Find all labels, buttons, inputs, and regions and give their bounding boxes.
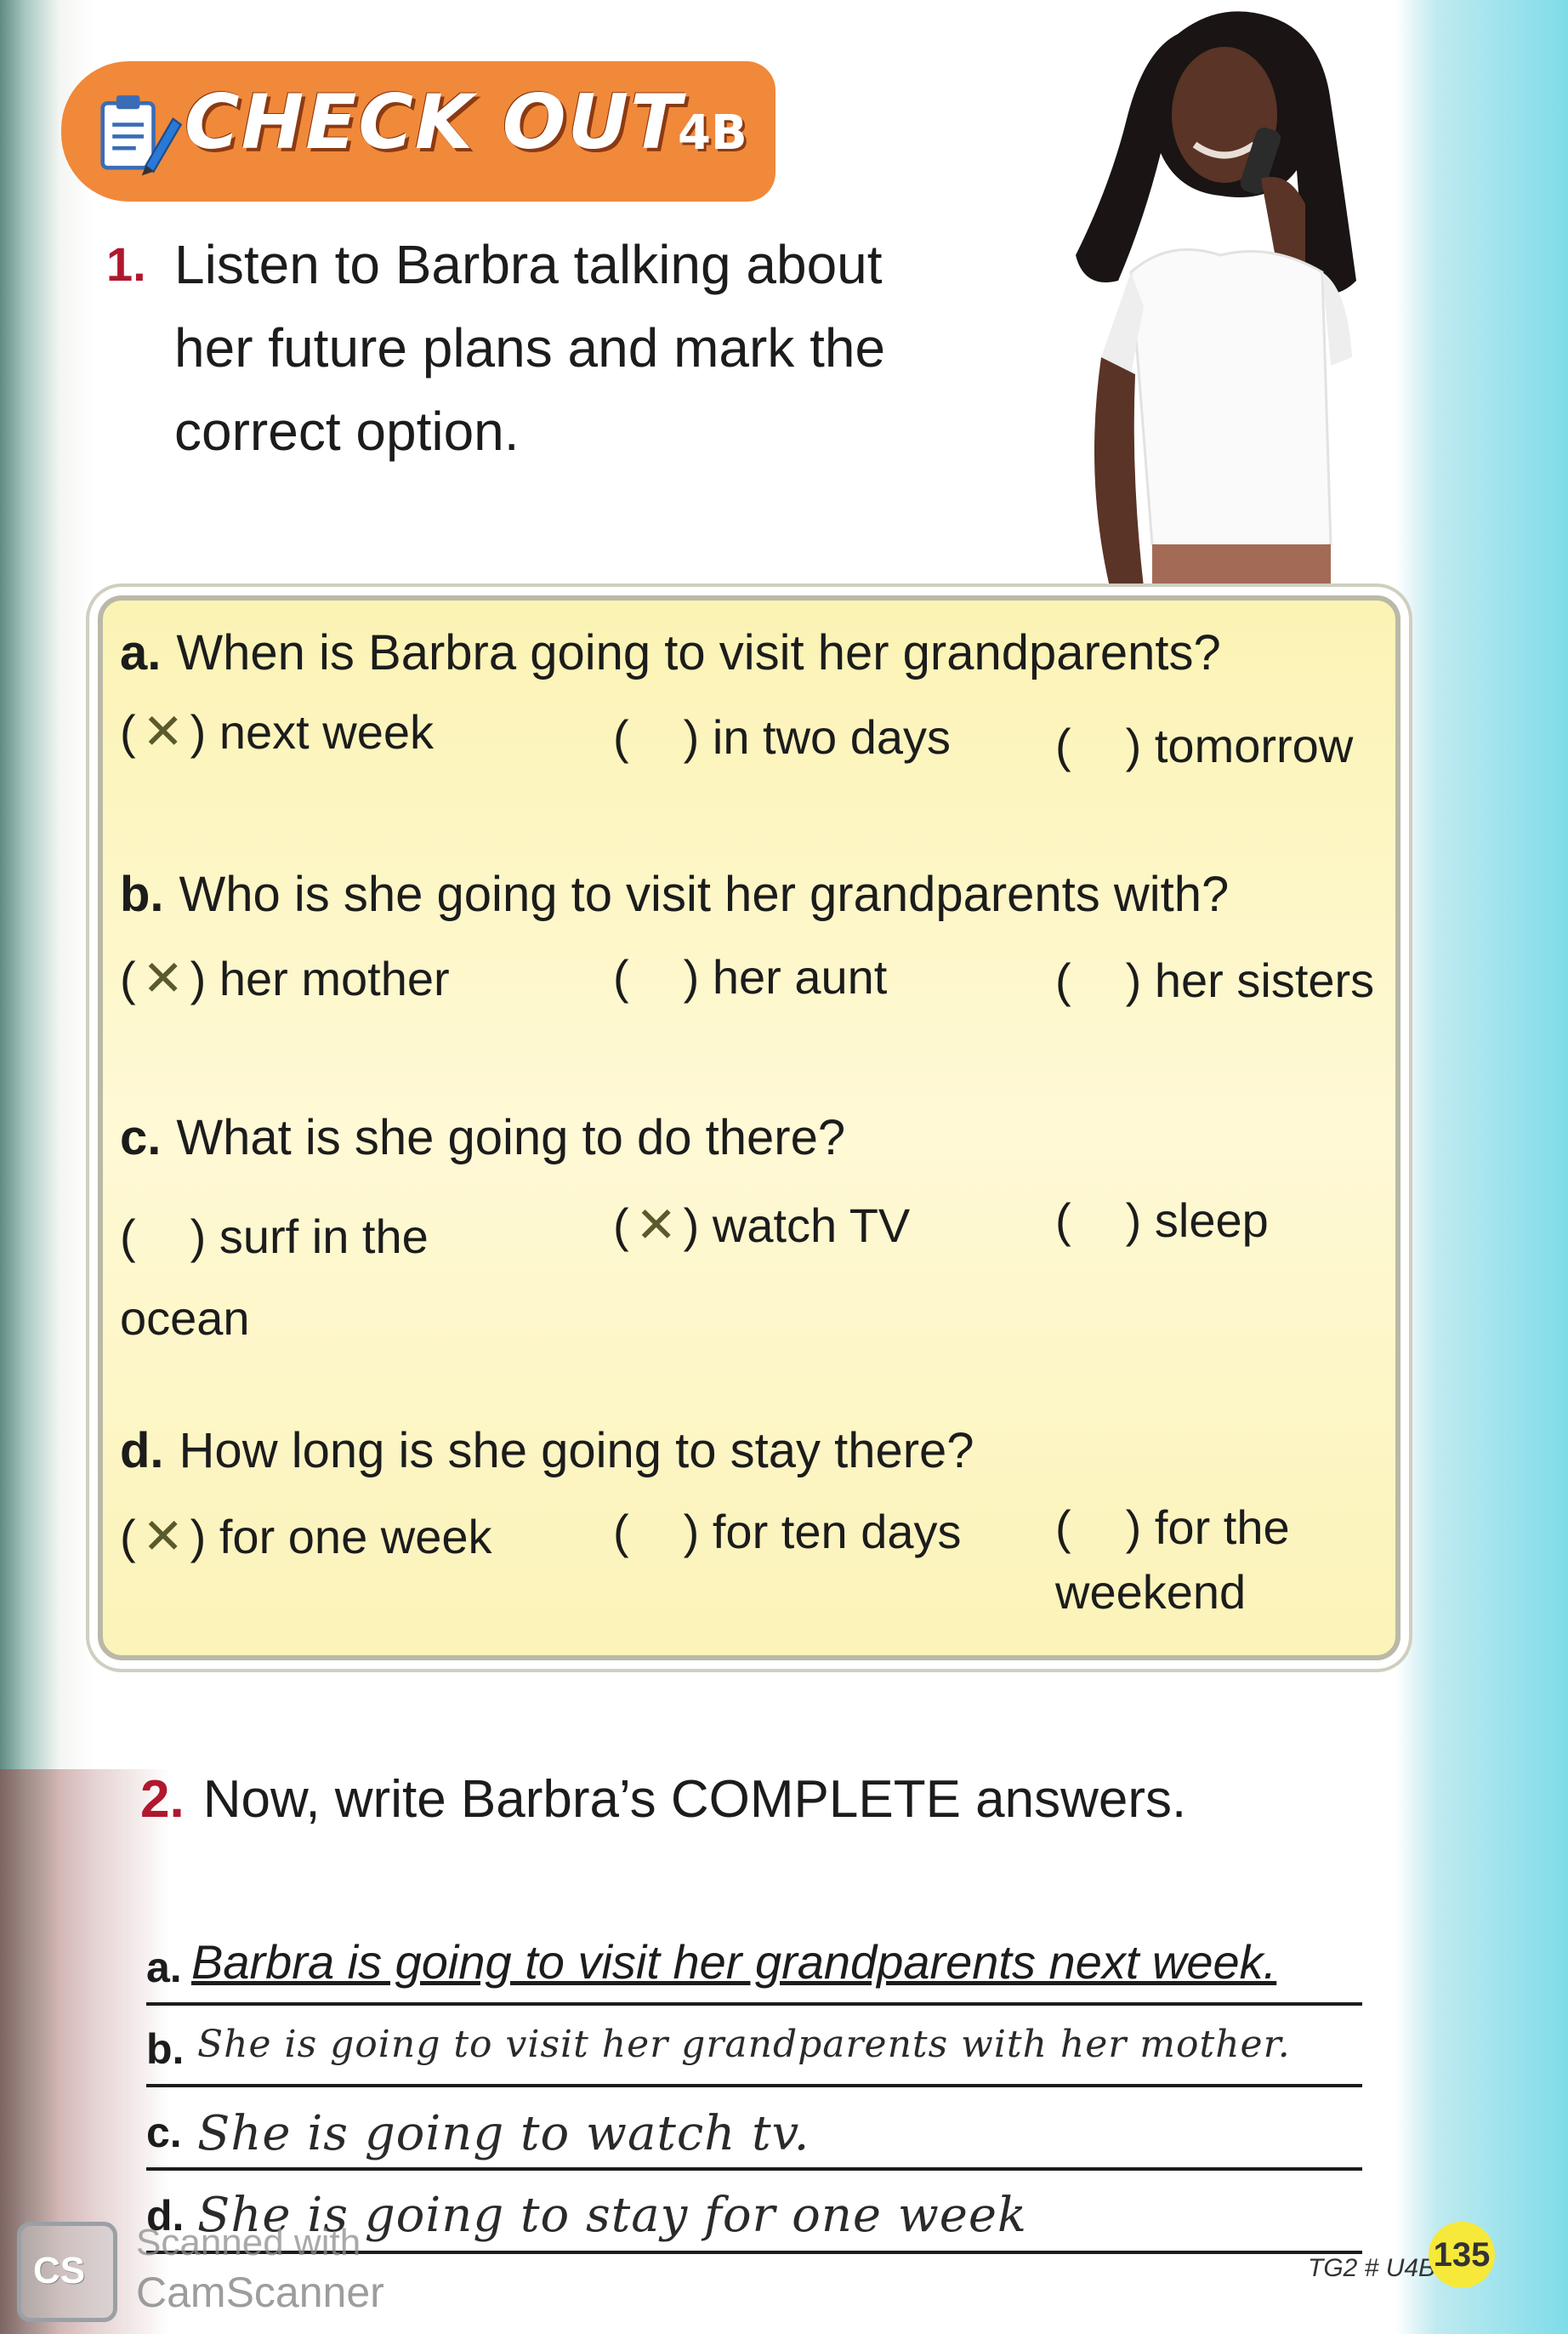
scanner-watermark-line2: CamScanner <box>136 2269 384 2316</box>
option-text: for the weekend <box>1055 1500 1290 1619</box>
x-mark-icon: ✕ <box>635 1196 677 1254</box>
answer-b-handwriting[interactable]: She is going to visit her grandparents w… <box>197 2023 1291 2066</box>
option-b-1[interactable]: (✕) her mother <box>120 949 450 1007</box>
clipboard-pencil-icon <box>100 95 183 176</box>
exercise-1-text: Listen to Barbra talking about her futur… <box>174 234 886 462</box>
page-number-badge: 135 <box>1429 2222 1495 2288</box>
option-text: sleep <box>1154 1193 1269 1247</box>
option-text: for ten days <box>712 1505 962 1558</box>
x-mark-icon: ✕ <box>142 1507 184 1565</box>
question-d: d. How long is she going to stay there? <box>120 1422 974 1479</box>
answer-b-line[interactable] <box>146 2084 1362 2087</box>
option-text: her aunt <box>712 950 888 1004</box>
option-c-2[interactable]: (✕) watch TV <box>613 1196 910 1254</box>
x-mark-icon: ✕ <box>142 703 184 760</box>
option-a-2[interactable]: () in two days <box>613 709 951 765</box>
option-text: her sisters <box>1154 954 1375 1007</box>
option-text: tomorrow <box>1154 719 1354 772</box>
question-b: b. Who is she going to visit her grandpar… <box>120 866 1229 923</box>
question-text: When is Barbra going to visit her grandp… <box>176 625 1221 680</box>
answer-a-label: a. <box>146 1944 182 1991</box>
scanner-watermark-line1: Scanned with <box>136 2222 361 2263</box>
question-text: How long is she going to stay there? <box>179 1423 974 1478</box>
question-label: c. <box>120 1110 162 1165</box>
question-label: a. <box>120 625 162 680</box>
question-a: a. When is Barbra going to visit her gran… <box>120 624 1221 681</box>
option-text: watch TV <box>712 1198 911 1252</box>
answer-c-handwriting[interactable]: She is going to watch tv. <box>197 2106 810 2161</box>
question-label: d. <box>120 1423 164 1478</box>
camscanner-logo: CS <box>17 2222 117 2322</box>
banner-title: CHECK OUT <box>185 78 684 166</box>
option-text: surf in the ocean <box>120 1210 429 1345</box>
option-d-1[interactable]: (✕) for one week <box>120 1507 492 1565</box>
option-c-1[interactable]: () surf in the ocean <box>120 1196 477 1359</box>
girl-on-phone-photo <box>1076 11 1356 587</box>
question-text: Who is she going to visit her grandparen… <box>179 867 1230 922</box>
questions-box: a. When is Barbra going to visit her gran… <box>98 595 1400 1660</box>
option-text: for one week <box>219 1510 492 1563</box>
answer-c-label: c. <box>146 2109 182 2156</box>
answer-a-text: Barbra is going to visit her grandparent… <box>191 1935 1277 1989</box>
answer-a-line <box>146 2002 1362 2006</box>
option-b-3[interactable]: () her sisters <box>1055 953 1374 1008</box>
exercise-2-instruction: 2. Now, write Barbra’s COMPLETE answers. <box>140 1769 1186 1830</box>
option-text: in two days <box>712 710 952 764</box>
exercise-2-number: 2. <box>140 1770 185 1829</box>
banner-code: 4B <box>678 105 747 161</box>
x-mark-icon: ✕ <box>142 949 184 1007</box>
exercise-1-number: 1. <box>106 237 146 291</box>
section-banner: CHECK OUT 4B <box>61 61 775 202</box>
option-a-3[interactable]: () tomorrow <box>1055 718 1353 773</box>
question-c: c. What is she going to do there? <box>120 1109 845 1166</box>
exercise-2-text: Now, write Barbra’s COMPLETE answers. <box>202 1770 1187 1829</box>
answer-b-label: b. <box>146 2025 185 2073</box>
option-d-2[interactable]: () for ten days <box>613 1504 961 1559</box>
option-text: her mother <box>219 952 450 1005</box>
option-text: next week <box>219 705 435 759</box>
option-d-3[interactable]: () for the weekend <box>1055 1495 1378 1625</box>
option-a-1[interactable]: (✕) next week <box>120 703 434 760</box>
option-c-3[interactable]: () sleep <box>1055 1193 1269 1248</box>
page-code: TG2 # U4B <box>1308 2254 1436 2282</box>
question-text: What is she going to do there? <box>176 1110 846 1165</box>
option-b-2[interactable]: () her aunt <box>613 949 887 1005</box>
exercise-1-instruction: 1. Listen to Barbra talking about her fu… <box>106 223 974 473</box>
question-label: b. <box>120 867 164 922</box>
answer-c-line[interactable] <box>146 2167 1362 2171</box>
